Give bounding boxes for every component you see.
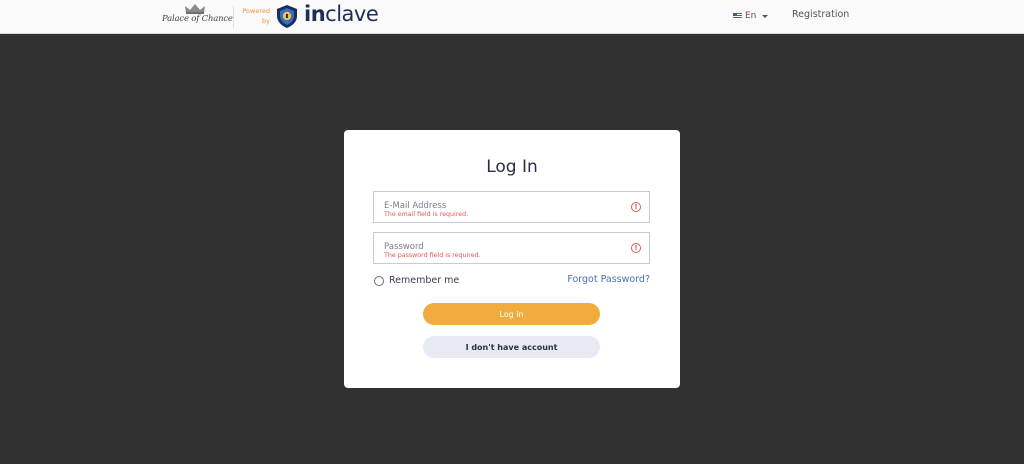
language-selector[interactable]: En [733, 10, 769, 22]
forgot-password-link[interactable]: Forgot Password? [567, 274, 650, 285]
no-account-button[interactable]: I don't have account [423, 336, 600, 358]
top-bar: Palace of Chance Powered by inclave En R… [0, 0, 1024, 34]
password-placeholder: Password [384, 242, 424, 252]
casino-logo[interactable]: Palace of Chance [162, 4, 233, 30]
powered-by-text: Powered by [242, 7, 270, 25]
remember-me-option[interactable]: Remember me [374, 275, 459, 286]
email-placeholder: E-Mail Address [384, 201, 447, 211]
login-button[interactable]: Log in [423, 303, 600, 325]
email-error-message: The email field is required. [384, 211, 469, 218]
header-divider [233, 6, 234, 28]
email-error-icon: ! [631, 202, 641, 212]
login-card: Log In E-Mail Address The email field is… [344, 130, 680, 388]
registration-link[interactable]: Registration [792, 9, 849, 20]
remember-me-label: Remember me [389, 275, 460, 286]
crown-icon [185, 4, 205, 14]
chevron-down-icon [762, 14, 769, 18]
inclave-shield-icon [277, 5, 297, 28]
inclave-brand[interactable]: inclave [304, 2, 379, 26]
language-code: En [745, 11, 757, 21]
login-title: Log In [486, 157, 538, 177]
casino-logo-text: Palace of Chance [162, 14, 233, 24]
password-error-message: The password field is required. [384, 252, 481, 259]
us-flag-icon [733, 13, 742, 19]
password-field[interactable]: Password The password field is required.… [373, 232, 650, 264]
email-field[interactable]: E-Mail Address The email field is requir… [373, 191, 650, 223]
password-error-icon: ! [631, 243, 641, 253]
remember-me-radio[interactable] [374, 275, 384, 286]
